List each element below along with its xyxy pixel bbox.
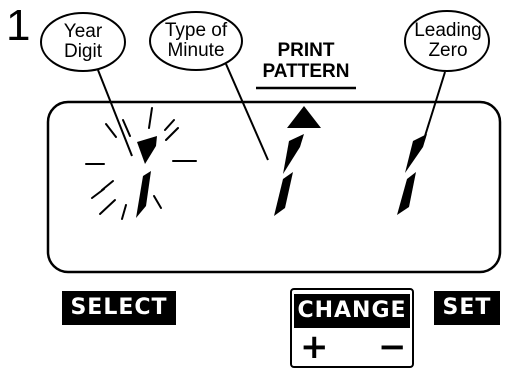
set-button[interactable]: SET: [434, 291, 500, 325]
print-pattern-title: PRINT PATTERN: [250, 40, 362, 82]
year-digit-label-line-2: Digit: [63, 41, 102, 62]
type-of-minute-label-line-2: Minute: [167, 40, 225, 61]
minus-button[interactable]: −: [378, 330, 407, 364]
plus-button[interactable]: +: [300, 330, 329, 364]
lcd-digit-year: [136, 136, 157, 218]
change-button-group: CHANGE + −: [290, 288, 414, 368]
select-button[interactable]: SELECT: [62, 291, 176, 325]
print-pattern-line-1: PRINT: [277, 40, 335, 61]
print-pattern-line-2: PATTERN: [262, 61, 350, 82]
year-digit-leader-line: [97, 69, 133, 157]
lcd-segment-upper: [405, 134, 427, 173]
leading-zero-label-line-1: Leading: [414, 20, 482, 41]
lcd-segment-upper: [137, 136, 157, 164]
diagram: 1 Year Digit Type of Minute Leading Zero…: [0, 0, 506, 373]
year-digit-label-line-1: Year: [63, 21, 103, 42]
leading-zero-label: Leading Zero: [408, 21, 488, 61]
lcd-segment-lower: [274, 172, 293, 216]
change-button[interactable]: CHANGE: [294, 294, 410, 328]
lcd-digit-type-of-minute: [274, 134, 304, 216]
type-of-minute-label-line-1: Type of: [164, 20, 228, 41]
lcd-display-panel: [46, 100, 502, 274]
lcd-segment-lower: [136, 171, 151, 218]
leading-zero-label-line-2: Zero: [428, 40, 468, 61]
lcd-segment-upper: [283, 134, 304, 174]
year-digit-label: Year Digit: [48, 22, 118, 62]
lcd-digit-leading-zero: [397, 134, 427, 215]
leading-zero-leader-line: [424, 71, 446, 137]
type-of-minute-label: Type of Minute: [152, 21, 240, 61]
step-number: 1: [6, 1, 31, 50]
pointer-arrow-icon: [287, 106, 321, 128]
lcd-segment-lower: [397, 172, 416, 215]
